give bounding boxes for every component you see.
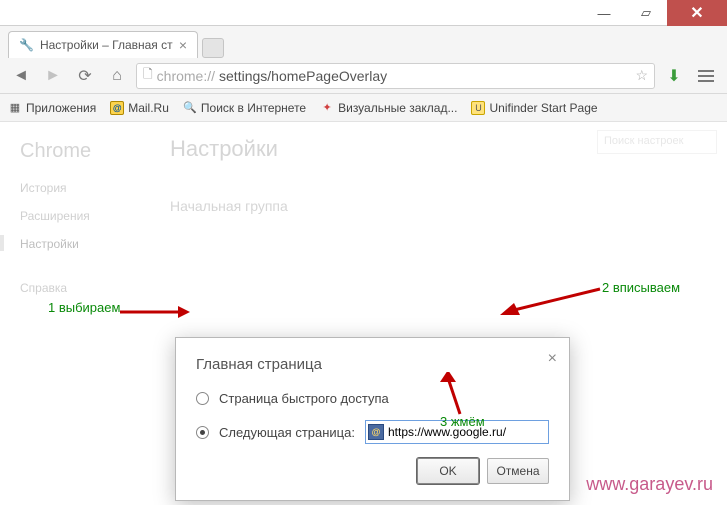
bk-label: Поиск в Интернете (201, 101, 306, 115)
window-minimize-button[interactable]: — (583, 0, 625, 26)
settings-main: Настройки Поиск настроек Начальная групп… (170, 122, 717, 214)
home-url-field[interactable]: @ (365, 420, 549, 444)
window-maximize-button[interactable]: ▱ (625, 0, 667, 26)
visual-bookmarks-icon: ✦ (320, 101, 334, 115)
new-tab-button[interactable] (202, 38, 224, 58)
window-titlebar: — ▱ ✕ (0, 0, 727, 26)
url-path: settings/homePageOverlay (219, 68, 387, 84)
radio-label: Страница быстрого доступа (219, 391, 389, 406)
bookmark-visual[interactable]: ✦ Визуальные заклад... (320, 101, 457, 115)
unifinder-icon: U (471, 101, 485, 115)
section-startup: Начальная группа (170, 198, 717, 214)
dialog-close-button[interactable]: × (548, 350, 557, 368)
nav-extensions[interactable]: Расширения (20, 209, 150, 223)
reload-button[interactable]: ⟳ (72, 63, 98, 89)
nav-history[interactable]: История (20, 181, 150, 195)
option-custom-page[interactable]: Следующая страница: @ (196, 420, 549, 444)
page-title: Настройки (170, 136, 717, 162)
tab-close-icon[interactable]: × (179, 37, 187, 53)
bookmark-mailru[interactable]: @ Mail.Ru (110, 101, 169, 115)
bookmark-unifinder[interactable]: U Unifinder Start Page (471, 101, 597, 115)
settings-page: Chrome История Расширения Настройки Спра… (0, 122, 727, 505)
nav-help[interactable]: Справка (20, 281, 150, 295)
bk-label: Приложения (26, 101, 96, 115)
apps-icon: ▦ (8, 101, 22, 115)
arrow-2-icon (500, 287, 610, 317)
omnibox[interactable]: 🗋 chrome://settings/homePageOverlay ☆ (136, 63, 655, 89)
hamburger-icon (697, 70, 715, 82)
settings-sidebar: Chrome История Расширения Настройки Спра… (0, 122, 150, 295)
nav-settings[interactable]: Настройки (20, 237, 150, 251)
downloads-button[interactable]: ⬇ (661, 63, 687, 89)
radio-custom-page[interactable] (196, 426, 209, 439)
home-button[interactable]: ⌂ (104, 63, 130, 89)
apps-shortcut[interactable]: ▦ Приложения (8, 101, 96, 115)
home-url-input[interactable] (388, 425, 546, 439)
option-quick-access[interactable]: Страница быстрого доступа (196, 391, 549, 406)
mailru-icon: @ (110, 101, 124, 115)
tab-settings[interactable]: 🔧 Настройки – Главная стр × (8, 31, 198, 58)
settings-search-input[interactable]: Поиск настроек (597, 130, 717, 154)
tab-title: Настройки – Главная стр (40, 38, 173, 52)
wrench-icon: 🔧 (19, 38, 34, 52)
forward-button[interactable]: ► (40, 63, 66, 89)
bk-label: Mail.Ru (128, 101, 169, 115)
ok-button[interactable]: OK (417, 458, 479, 484)
bk-label: Визуальные заклад... (338, 101, 457, 115)
annotation-1: 1 выбираем (48, 300, 120, 315)
annotation-2: 2 вписываем (602, 280, 680, 295)
url-scheme: chrome:// (157, 68, 215, 84)
bookmark-search[interactable]: 🔍 Поиск в Интернете (183, 101, 306, 115)
tab-strip: 🔧 Настройки – Главная стр × (0, 26, 727, 58)
menu-button[interactable] (693, 63, 719, 89)
radio-quick-access[interactable] (196, 392, 209, 405)
browser-toolbar: ◄ ► ⟳ ⌂ 🗋 chrome://settings/homePageOver… (0, 58, 727, 94)
dialog-title: Главная страница (196, 356, 549, 373)
chrome-brand: Chrome (20, 140, 150, 163)
back-button[interactable]: ◄ (8, 63, 34, 89)
search-icon: 🔍 (183, 101, 197, 115)
home-page-dialog: × Главная страница Страница быстрого дос… (175, 337, 570, 501)
watermark: www.garayev.ru (586, 474, 713, 495)
mailru-favicon: @ (368, 424, 384, 440)
bookmarks-bar: ▦ Приложения @ Mail.Ru 🔍 Поиск в Интерне… (0, 94, 727, 122)
page-icon: 🗋 (143, 65, 153, 86)
radio-label: Следующая страница: (219, 425, 355, 440)
bk-label: Unifinder Start Page (489, 101, 597, 115)
window-close-button[interactable]: ✕ (667, 0, 727, 26)
cancel-button[interactable]: Отмена (487, 458, 549, 484)
arrow-1-icon (120, 304, 190, 320)
bookmark-star-icon[interactable]: ☆ (635, 67, 648, 84)
